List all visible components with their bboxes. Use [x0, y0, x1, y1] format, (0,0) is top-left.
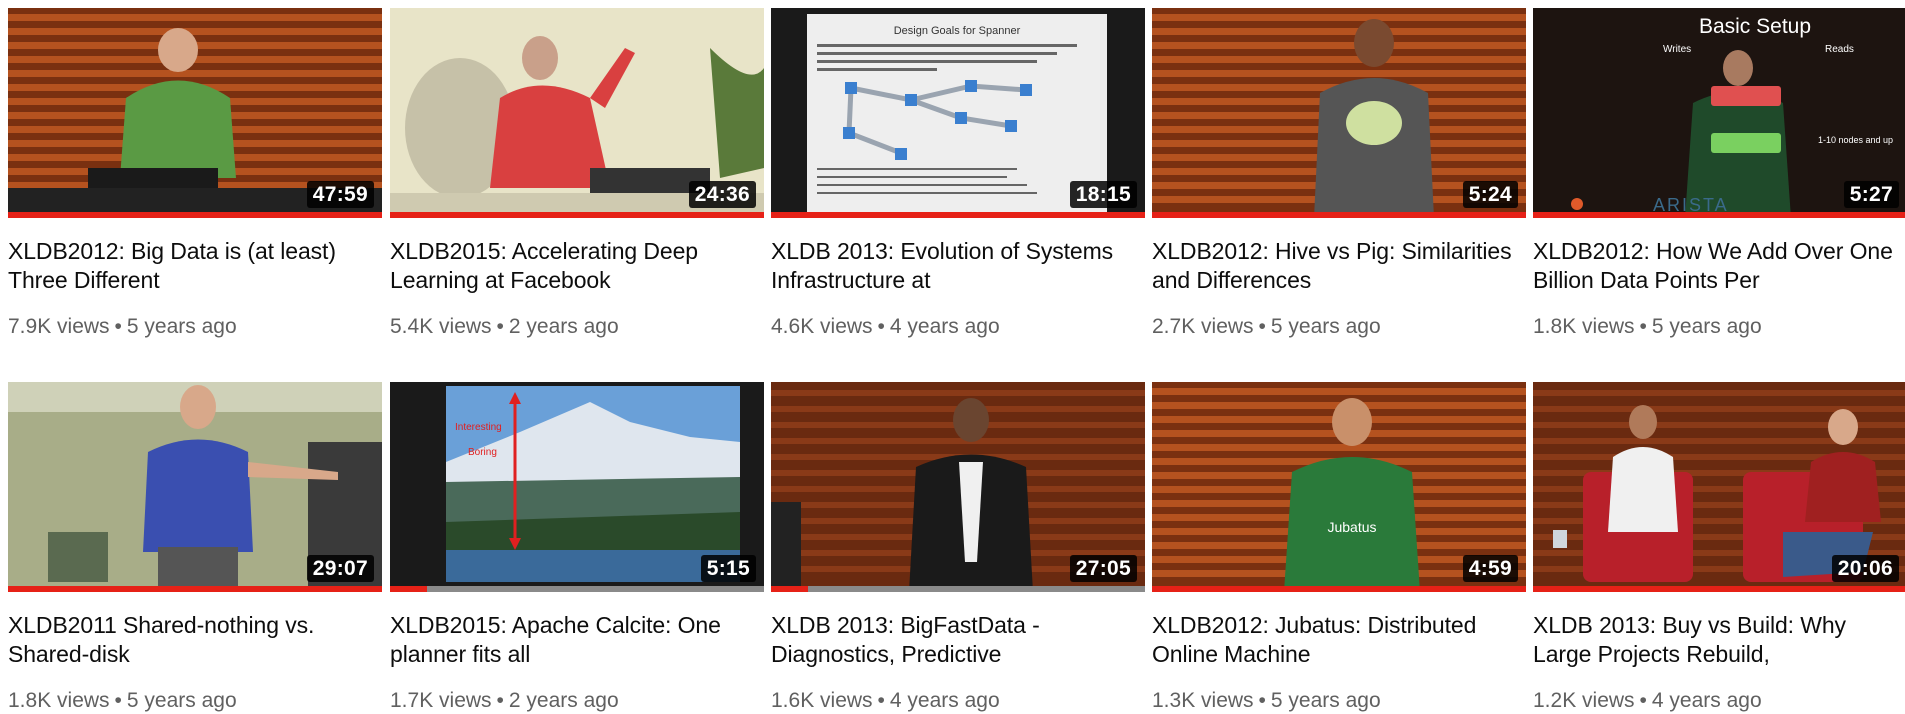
video-meta: 1.8K views • 5 years ago — [1533, 314, 1905, 340]
duration-badge: 5:24 — [1462, 181, 1518, 208]
video-meta: 1.3K views • 5 years ago — [1152, 688, 1526, 714]
watch-progress-bar — [1533, 586, 1905, 592]
view-count: 1.3K views — [1152, 689, 1254, 712]
watch-progress-bar — [8, 586, 382, 592]
duration-badge: 47:59 — [306, 181, 374, 208]
video-card[interactable]: 24:36 XLDB2015: Accelerating Deep Learni… — [390, 8, 764, 340]
separator-dot: • — [496, 315, 504, 338]
video-card[interactable]: 29:07 XLDB2011 Shared-nothing vs. Shared… — [8, 382, 382, 714]
separator-dot: • — [114, 689, 122, 712]
watch-progress-bar — [1533, 212, 1905, 218]
video-grid: 47:59 XLDB2012: Big Data is (at least) T… — [0, 0, 1905, 714]
video-title[interactable]: XLDB 2013: Evolution of Systems Infrastr… — [771, 237, 1145, 295]
separator-dot: • — [1639, 315, 1647, 338]
view-count: 1.6K views — [771, 689, 873, 712]
video-title[interactable]: XLDB2012: How We Add Over One Billion Da… — [1533, 237, 1905, 295]
video-title[interactable]: XLDB2015: Apache Calcite: One planner fi… — [390, 611, 764, 669]
video-meta: 5.4K views • 2 years ago — [390, 314, 764, 340]
video-title[interactable]: XLDB2011 Shared-nothing vs. Shared-disk — [8, 611, 382, 669]
video-meta: 1.6K views • 4 years ago — [771, 688, 1145, 714]
slide-boring: Boring — [468, 447, 497, 458]
video-title[interactable]: XLDB2012: Hive vs Pig: Similarities and … — [1152, 237, 1526, 295]
upload-age: 2 years ago — [508, 689, 619, 712]
duration-badge: 5:15 — [700, 555, 756, 582]
duration-badge: 18:15 — [1069, 181, 1137, 208]
upload-age: 5 years ago — [126, 315, 237, 338]
view-count: 1.8K views — [8, 689, 110, 712]
video-card[interactable]: 5:24 XLDB2012: Hive vs Pig: Similarities… — [1152, 8, 1526, 340]
duration-badge: 24:36 — [688, 181, 756, 208]
watch-progress-bar — [771, 586, 1145, 592]
watch-progress-bar — [390, 212, 764, 218]
slide-interesting: Interesting — [455, 422, 502, 433]
video-card[interactable]: 27:05 XLDB 2013: BigFastData - Diagnosti… — [771, 382, 1145, 714]
upload-age: 5 years ago — [126, 689, 237, 712]
duration-badge: 29:07 — [306, 555, 374, 582]
shirt-text: Jubatus — [1327, 519, 1376, 535]
video-title[interactable]: XLDB2012: Jubatus: Distributed Online Ma… — [1152, 611, 1526, 669]
video-thumbnail[interactable]: Design Goals for Spanner 18:15 — [771, 8, 1145, 218]
video-title[interactable]: XLDB2015: Accelerating Deep Learning at … — [390, 237, 764, 295]
view-count: 5.4K views — [390, 315, 492, 338]
slide-title: Basic Setup — [1699, 15, 1811, 38]
separator-dot: • — [114, 315, 122, 338]
video-card[interactable]: Basic Setup Writes Reads 1-10 nodes and … — [1533, 8, 1905, 340]
separator-dot: • — [877, 315, 885, 338]
video-thumbnail[interactable]: 24:36 — [390, 8, 764, 218]
upload-age: 5 years ago — [1651, 315, 1762, 338]
video-title[interactable]: XLDB 2013: Buy vs Build: Why Large Proje… — [1533, 611, 1905, 669]
video-thumbnail[interactable]: 47:59 — [8, 8, 382, 218]
watch-progress-bar — [1152, 586, 1526, 592]
video-thumbnail[interactable]: 20:06 — [1533, 382, 1905, 592]
separator-dot: • — [1639, 689, 1647, 712]
video-card[interactable]: Interesting Boring 5:15 XLDB2015: Apache… — [390, 382, 764, 714]
video-thumbnail[interactable]: Basic Setup Writes Reads 1-10 nodes and … — [1533, 8, 1905, 218]
video-meta: 1.7K views • 2 years ago — [390, 688, 764, 714]
slide-reads: Reads — [1825, 44, 1854, 55]
video-thumbnail[interactable]: 29:07 — [8, 382, 382, 592]
video-thumbnail[interactable]: 5:24 — [1152, 8, 1526, 218]
separator-dot: • — [1258, 689, 1266, 712]
slide-writes: Writes — [1663, 44, 1691, 55]
upload-age: 5 years ago — [1270, 689, 1381, 712]
video-meta: 1.8K views • 5 years ago — [8, 688, 382, 714]
view-count: 2.7K views — [1152, 315, 1254, 338]
video-meta: 2.7K views • 5 years ago — [1152, 314, 1526, 340]
video-meta: 1.2K views • 4 years ago — [1533, 688, 1905, 714]
watch-progress-bar — [390, 586, 764, 592]
upload-age: 2 years ago — [508, 315, 619, 338]
video-title[interactable]: XLDB2012: Big Data is (at least) Three D… — [8, 237, 382, 295]
view-count: 4.6K views — [771, 315, 873, 338]
upload-age: 4 years ago — [1651, 689, 1762, 712]
duration-badge: 5:27 — [1843, 181, 1899, 208]
video-card[interactable]: 20:06 XLDB 2013: Buy vs Build: Why Large… — [1533, 382, 1905, 714]
upload-age: 4 years ago — [889, 315, 1000, 338]
view-count: 1.2K views — [1533, 689, 1635, 712]
separator-dot: • — [496, 689, 504, 712]
video-card[interactable]: Jubatus 4:59 XLDB2012: Jubatus: Distribu… — [1152, 382, 1526, 714]
duration-badge: 27:05 — [1069, 555, 1137, 582]
video-thumbnail[interactable]: Interesting Boring 5:15 — [390, 382, 764, 592]
video-meta: 4.6K views • 4 years ago — [771, 314, 1145, 340]
view-count: 1.7K views — [390, 689, 492, 712]
view-count: 1.8K views — [1533, 315, 1635, 338]
video-card[interactable]: Design Goals for Spanner 18:15 XLDB 2013… — [771, 8, 1145, 340]
separator-dot: • — [1258, 315, 1266, 338]
video-meta: 7.9K views • 5 years ago — [8, 314, 382, 340]
upload-age: 4 years ago — [889, 689, 1000, 712]
duration-badge: 4:59 — [1462, 555, 1518, 582]
slide-nodes: 1-10 nodes and up — [1818, 135, 1893, 145]
duration-badge: 20:06 — [1831, 555, 1899, 582]
separator-dot: • — [877, 689, 885, 712]
video-card[interactable]: 47:59 XLDB2012: Big Data is (at least) T… — [8, 8, 382, 340]
upload-age: 5 years ago — [1270, 315, 1381, 338]
video-thumbnail[interactable]: 27:05 — [771, 382, 1145, 592]
watch-progress-bar — [1152, 212, 1526, 218]
slide-title: Design Goals for Spanner — [894, 25, 1021, 37]
video-title[interactable]: XLDB 2013: BigFastData - Diagnostics, Pr… — [771, 611, 1145, 669]
watch-progress-bar — [771, 212, 1145, 218]
view-count: 7.9K views — [8, 315, 110, 338]
watch-progress-bar — [8, 212, 382, 218]
video-thumbnail[interactable]: Jubatus 4:59 — [1152, 382, 1526, 592]
